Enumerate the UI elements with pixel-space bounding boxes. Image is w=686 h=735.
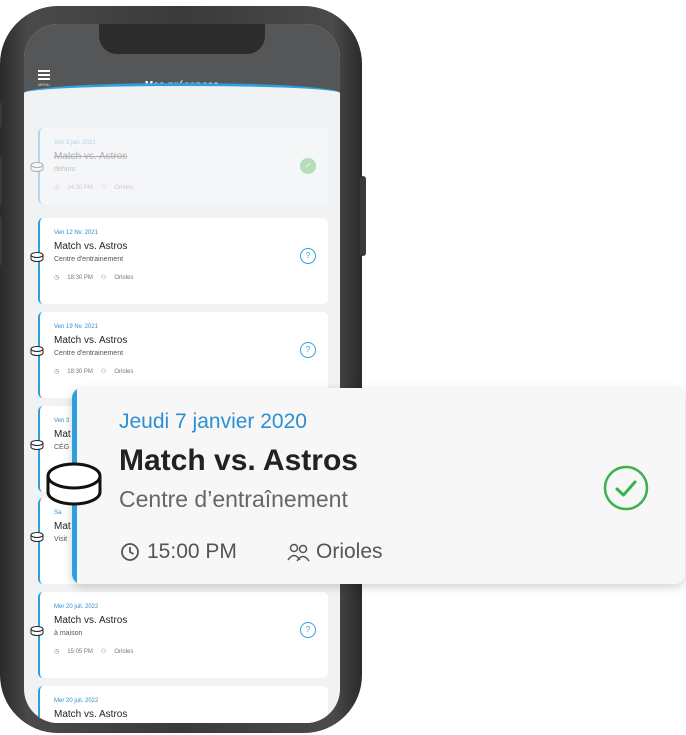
- mute-switch: [0, 102, 2, 128]
- question-circle-icon[interactable]: ?: [300, 342, 316, 358]
- event-location: Centre d’entraînement: [119, 486, 348, 512]
- team-icon: ⚇: [100, 369, 107, 375]
- event-team: Orioles: [316, 540, 383, 563]
- item-date: Sa: [54, 510, 62, 516]
- item-date: Ven 3: [54, 418, 70, 424]
- event-time-row: 15:00 PM: [119, 540, 237, 564]
- item-location: Centre d'entrainement: [54, 350, 124, 357]
- volume-up-button: [0, 156, 2, 206]
- list-item[interactable]: Mer 20 juil. 2022 Match vs. Astros: [38, 686, 328, 723]
- item-time: 18:30 PM: [67, 369, 93, 375]
- hamburger-icon: [38, 70, 50, 72]
- hockey-puck-icon: [30, 440, 44, 450]
- check-circle-icon[interactable]: [602, 464, 650, 512]
- item-time: 15:05 PM: [67, 649, 93, 655]
- item-time: 14:30 PM: [67, 185, 93, 191]
- clock-icon: ◷: [54, 185, 60, 191]
- item-location: Centre d'entrainement: [54, 256, 124, 263]
- item-meta: ◷ 14:30 PM ⚇ Orioles: [54, 184, 141, 191]
- event-date: Jeudi 7 janvier 2020: [119, 410, 307, 433]
- item-date: Ven 12 Nv. 2021: [54, 230, 98, 236]
- volume-down-button: [0, 216, 2, 266]
- item-date: Ven 19 Nv. 2021: [54, 324, 98, 330]
- item-date: Ven 3 jan. 2021: [54, 140, 96, 146]
- list-item[interactable]: Ven 3 jan. 2021 Match vs. Astros dehors …: [30, 128, 328, 204]
- clock-icon: ◷: [54, 369, 60, 375]
- check-circle-icon[interactable]: ✓: [300, 158, 316, 174]
- team-icon: ⚇: [100, 649, 107, 655]
- item-title: Match vs. Astros: [54, 335, 128, 346]
- item-meta: ◷ 18:30 PM ⚇ Orioles: [54, 274, 141, 281]
- question-circle-icon[interactable]: ?: [300, 622, 316, 638]
- event-detail-card[interactable]: Jeudi 7 janvier 2020 Match vs. Astros Ce…: [72, 388, 685, 584]
- item-meta: ◷ 15:05 PM ⚇ Orioles: [54, 648, 141, 655]
- item-time: 18:30 PM: [67, 275, 93, 281]
- hockey-puck-icon: [30, 626, 44, 636]
- item-location: CÉG: [54, 444, 70, 451]
- power-button: [360, 176, 366, 256]
- list-item[interactable]: Ven 12 Nv. 2021 Match vs. Astros Centre …: [30, 218, 328, 304]
- hockey-puck-icon: [30, 532, 44, 542]
- item-title: Mat: [54, 521, 71, 532]
- team-icon: ⚇: [100, 185, 107, 191]
- item-location: à maison: [54, 630, 83, 637]
- item-title: Match vs. Astros: [54, 709, 128, 720]
- clock-icon: [121, 543, 139, 561]
- clock-icon: ◷: [54, 649, 60, 655]
- item-team: Orioles: [114, 275, 134, 281]
- team-icon: [287, 543, 310, 562]
- question-circle-icon[interactable]: ?: [300, 248, 316, 264]
- hockey-puck-icon: [46, 462, 102, 506]
- list-item[interactable]: Mer 20 juil. 2022 Match vs. Astros à mai…: [30, 592, 328, 678]
- page-title: Mes présences: [144, 80, 220, 91]
- item-location: dehors: [54, 166, 76, 173]
- list-item[interactable]: Ven 19 Nv. 2021 Match vs. Astros Centre …: [30, 312, 328, 398]
- item-title: Match vs. Astros: [54, 615, 128, 626]
- item-team: Orioles: [114, 369, 134, 375]
- phone-frame: MENU Mes présences Ven 3 jan. 2021 Match…: [0, 6, 366, 733]
- item-team: Orioles: [114, 185, 134, 191]
- event-title: Match vs. Astros: [119, 444, 358, 477]
- team-icon: ⚇: [100, 275, 107, 281]
- clock-icon: ◷: [54, 275, 60, 281]
- notch: [99, 24, 265, 54]
- event-team-row: Orioles: [286, 540, 383, 564]
- event-time: 15:00 PM: [147, 540, 237, 563]
- item-title: Match vs. Astros: [54, 151, 128, 162]
- item-title: Match vs. Astros: [54, 241, 128, 252]
- item-meta: ◷ 18:30 PM ⚇ Orioles: [54, 368, 141, 375]
- hockey-puck-icon: [30, 252, 44, 262]
- item-date: Mer 20 juil. 2022: [54, 698, 99, 704]
- hamburger-icon-bar: [38, 74, 50, 76]
- item-date: Mer 20 juil. 2022: [54, 604, 99, 610]
- hockey-puck-icon: [30, 346, 44, 356]
- phone-screen: MENU Mes présences Ven 3 jan. 2021 Match…: [24, 24, 340, 723]
- item-title: Mat: [54, 429, 71, 440]
- item-location: Visit: [54, 536, 68, 543]
- item-team: Orioles: [114, 649, 134, 655]
- hockey-puck-icon: [30, 162, 44, 172]
